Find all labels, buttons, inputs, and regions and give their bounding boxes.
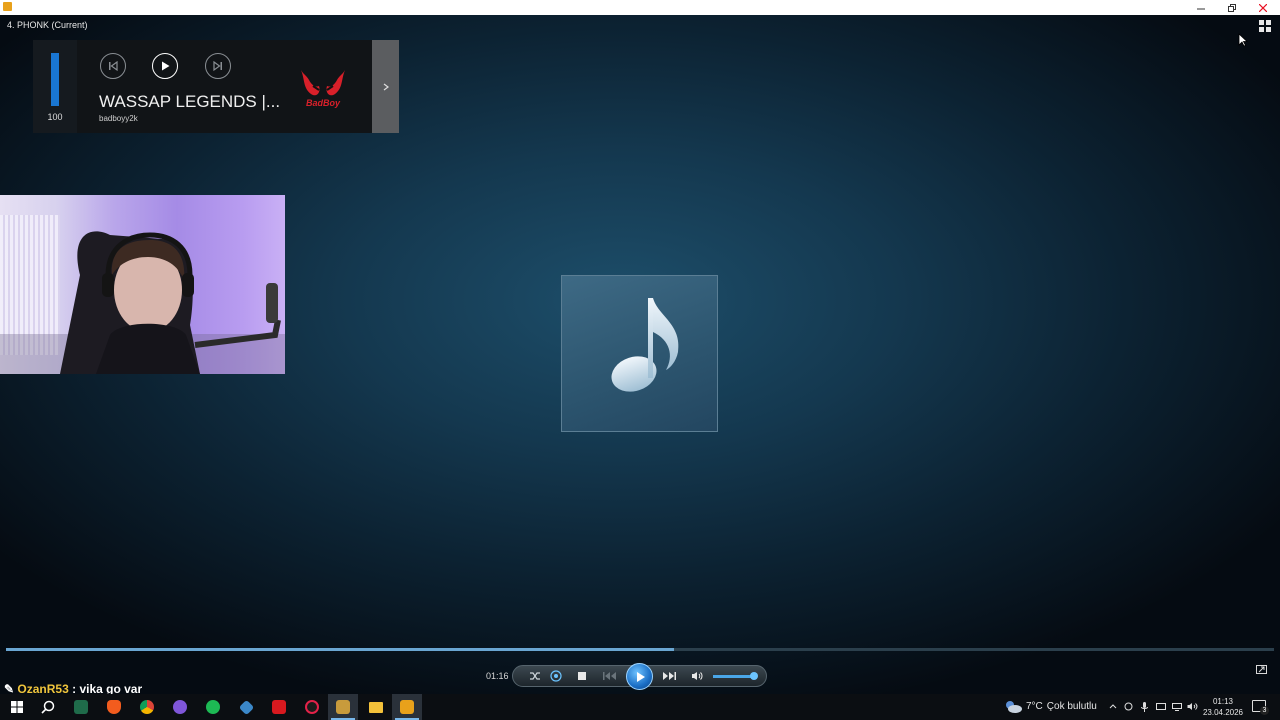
restore-icon <box>1228 3 1236 12</box>
taskbar-league-of-legends[interactable] <box>328 694 358 720</box>
taskbar-vpn[interactable] <box>231 694 261 720</box>
weather-description: Çok bulutlu <box>1046 701 1097 712</box>
league-of-legends-icon <box>336 700 350 714</box>
previous-button[interactable] <box>601 670 619 682</box>
now-playing-list-label: 4. PHONK (Current) <box>7 20 88 30</box>
album-art-placeholder <box>561 275 718 432</box>
badboy-logo: BadBoy <box>295 66 351 110</box>
close-icon <box>1259 3 1267 12</box>
volume-slider-fill <box>713 675 751 678</box>
track-artist: badboyy2k <box>99 114 138 123</box>
volume-panel: 100 <box>33 40 77 133</box>
minimize-icon <box>1197 8 1205 9</box>
webcam-overlay <box>0 195 285 374</box>
svg-text:BadBoy: BadBoy <box>306 98 341 108</box>
taskbar-chrome[interactable] <box>132 694 162 720</box>
taskbar-clock[interactable]: 01:13 23.04.2026 <box>1200 696 1246 718</box>
brave-icon <box>107 700 121 714</box>
notification-count: 3 <box>1260 706 1269 715</box>
switch-view-icon[interactable] <box>1259 20 1273 32</box>
next-track-icon <box>213 60 222 72</box>
chevron-right-icon <box>383 83 389 90</box>
previous-track-button[interactable] <box>100 53 126 79</box>
title-bar <box>0 0 1280 15</box>
folder-icon <box>369 701 383 713</box>
previous-icon <box>603 672 616 680</box>
stop-button[interactable] <box>575 670 589 682</box>
league-client-icon <box>74 700 88 714</box>
seek-progress <box>6 648 675 651</box>
discord-icon <box>173 700 187 714</box>
tray-app-icon[interactable] <box>1123 701 1134 712</box>
media-player-window: 4. PHONK (Current) 100 WASSAP LEGENDS |.… <box>0 0 1280 720</box>
amd-icon <box>272 700 286 714</box>
taskbar-discord[interactable] <box>165 694 195 720</box>
taskbar-league-client[interactable] <box>66 694 96 720</box>
microphone-icon[interactable] <box>1139 701 1150 712</box>
mini-player-expand-button[interactable] <box>372 40 399 133</box>
app-icon <box>3 2 12 11</box>
search-icon <box>41 700 55 714</box>
cloud-moon-icon <box>1006 701 1022 713</box>
opera-gx-icon <box>305 700 319 714</box>
speaker-icon <box>692 672 703 680</box>
taskbar-brave[interactable] <box>99 694 129 720</box>
play-icon <box>162 61 170 71</box>
clock-date: 23.04.2026 <box>1202 708 1244 717</box>
volume-fill <box>51 53 59 106</box>
previous-track-icon <box>109 60 118 72</box>
start-button[interactable] <box>2 694 32 720</box>
taskbar-file-explorer[interactable] <box>361 694 391 720</box>
taskbar-media-player[interactable] <box>392 694 422 720</box>
volume-icon[interactable] <box>1187 701 1198 712</box>
switch-view-arrow-icon <box>1258 666 1265 673</box>
play-pause-button[interactable] <box>626 663 653 690</box>
display-icon[interactable] <box>1155 701 1166 712</box>
track-title: WASSAP LEGENDS |... <box>99 92 281 111</box>
notification-center-button[interactable]: 3 <box>1252 700 1269 715</box>
mini-player: 100 WASSAP LEGENDS |... badboyy2k BadBoy <box>33 40 399 133</box>
chrome-icon <box>140 700 154 714</box>
search-button[interactable] <box>33 694 63 720</box>
switch-to-library-button[interactable] <box>1256 665 1267 674</box>
play-icon <box>636 671 645 682</box>
media-player-icon <box>400 700 414 714</box>
seek-bar[interactable] <box>6 648 1274 651</box>
repeat-icon <box>550 670 562 682</box>
tray-expand-icon[interactable] <box>1107 701 1118 712</box>
next-track-button[interactable] <box>205 53 231 79</box>
close-button[interactable] <box>1248 0 1278 15</box>
music-note-icon <box>611 298 679 392</box>
stop-icon <box>578 672 586 680</box>
elapsed-time: 01:16 <box>486 671 509 681</box>
weather-temperature: 7°C <box>1026 701 1043 712</box>
volume-value: 100 <box>47 112 63 122</box>
play-button[interactable] <box>152 53 178 79</box>
shuffle-icon <box>530 672 540 680</box>
volume-slider-bar[interactable] <box>713 675 755 678</box>
next-icon <box>663 672 676 680</box>
mouse-cursor <box>1238 33 1248 47</box>
network-icon[interactable] <box>1171 701 1182 712</box>
taskbar-opera-gx[interactable] <box>297 694 327 720</box>
weather-widget[interactable]: 7°C Çok bulutlu <box>1004 700 1097 713</box>
shuffle-button[interactable] <box>528 670 542 682</box>
taskbar-spotify[interactable] <box>198 694 228 720</box>
clock-time: 01:13 <box>1212 697 1234 706</box>
taskbar-amd[interactable] <box>264 694 294 720</box>
spotify-icon <box>206 700 220 714</box>
mute-button[interactable] <box>690 670 704 682</box>
streamer-figure <box>60 231 281 374</box>
restore-button[interactable] <box>1217 0 1247 15</box>
windows-icon <box>11 701 23 713</box>
volume-knob[interactable] <box>750 672 758 680</box>
volume-slider[interactable] <box>51 53 59 106</box>
vpn-icon <box>238 699 254 715</box>
next-button[interactable] <box>660 670 678 682</box>
repeat-button[interactable] <box>549 670 563 682</box>
minimize-button[interactable] <box>1186 0 1216 15</box>
